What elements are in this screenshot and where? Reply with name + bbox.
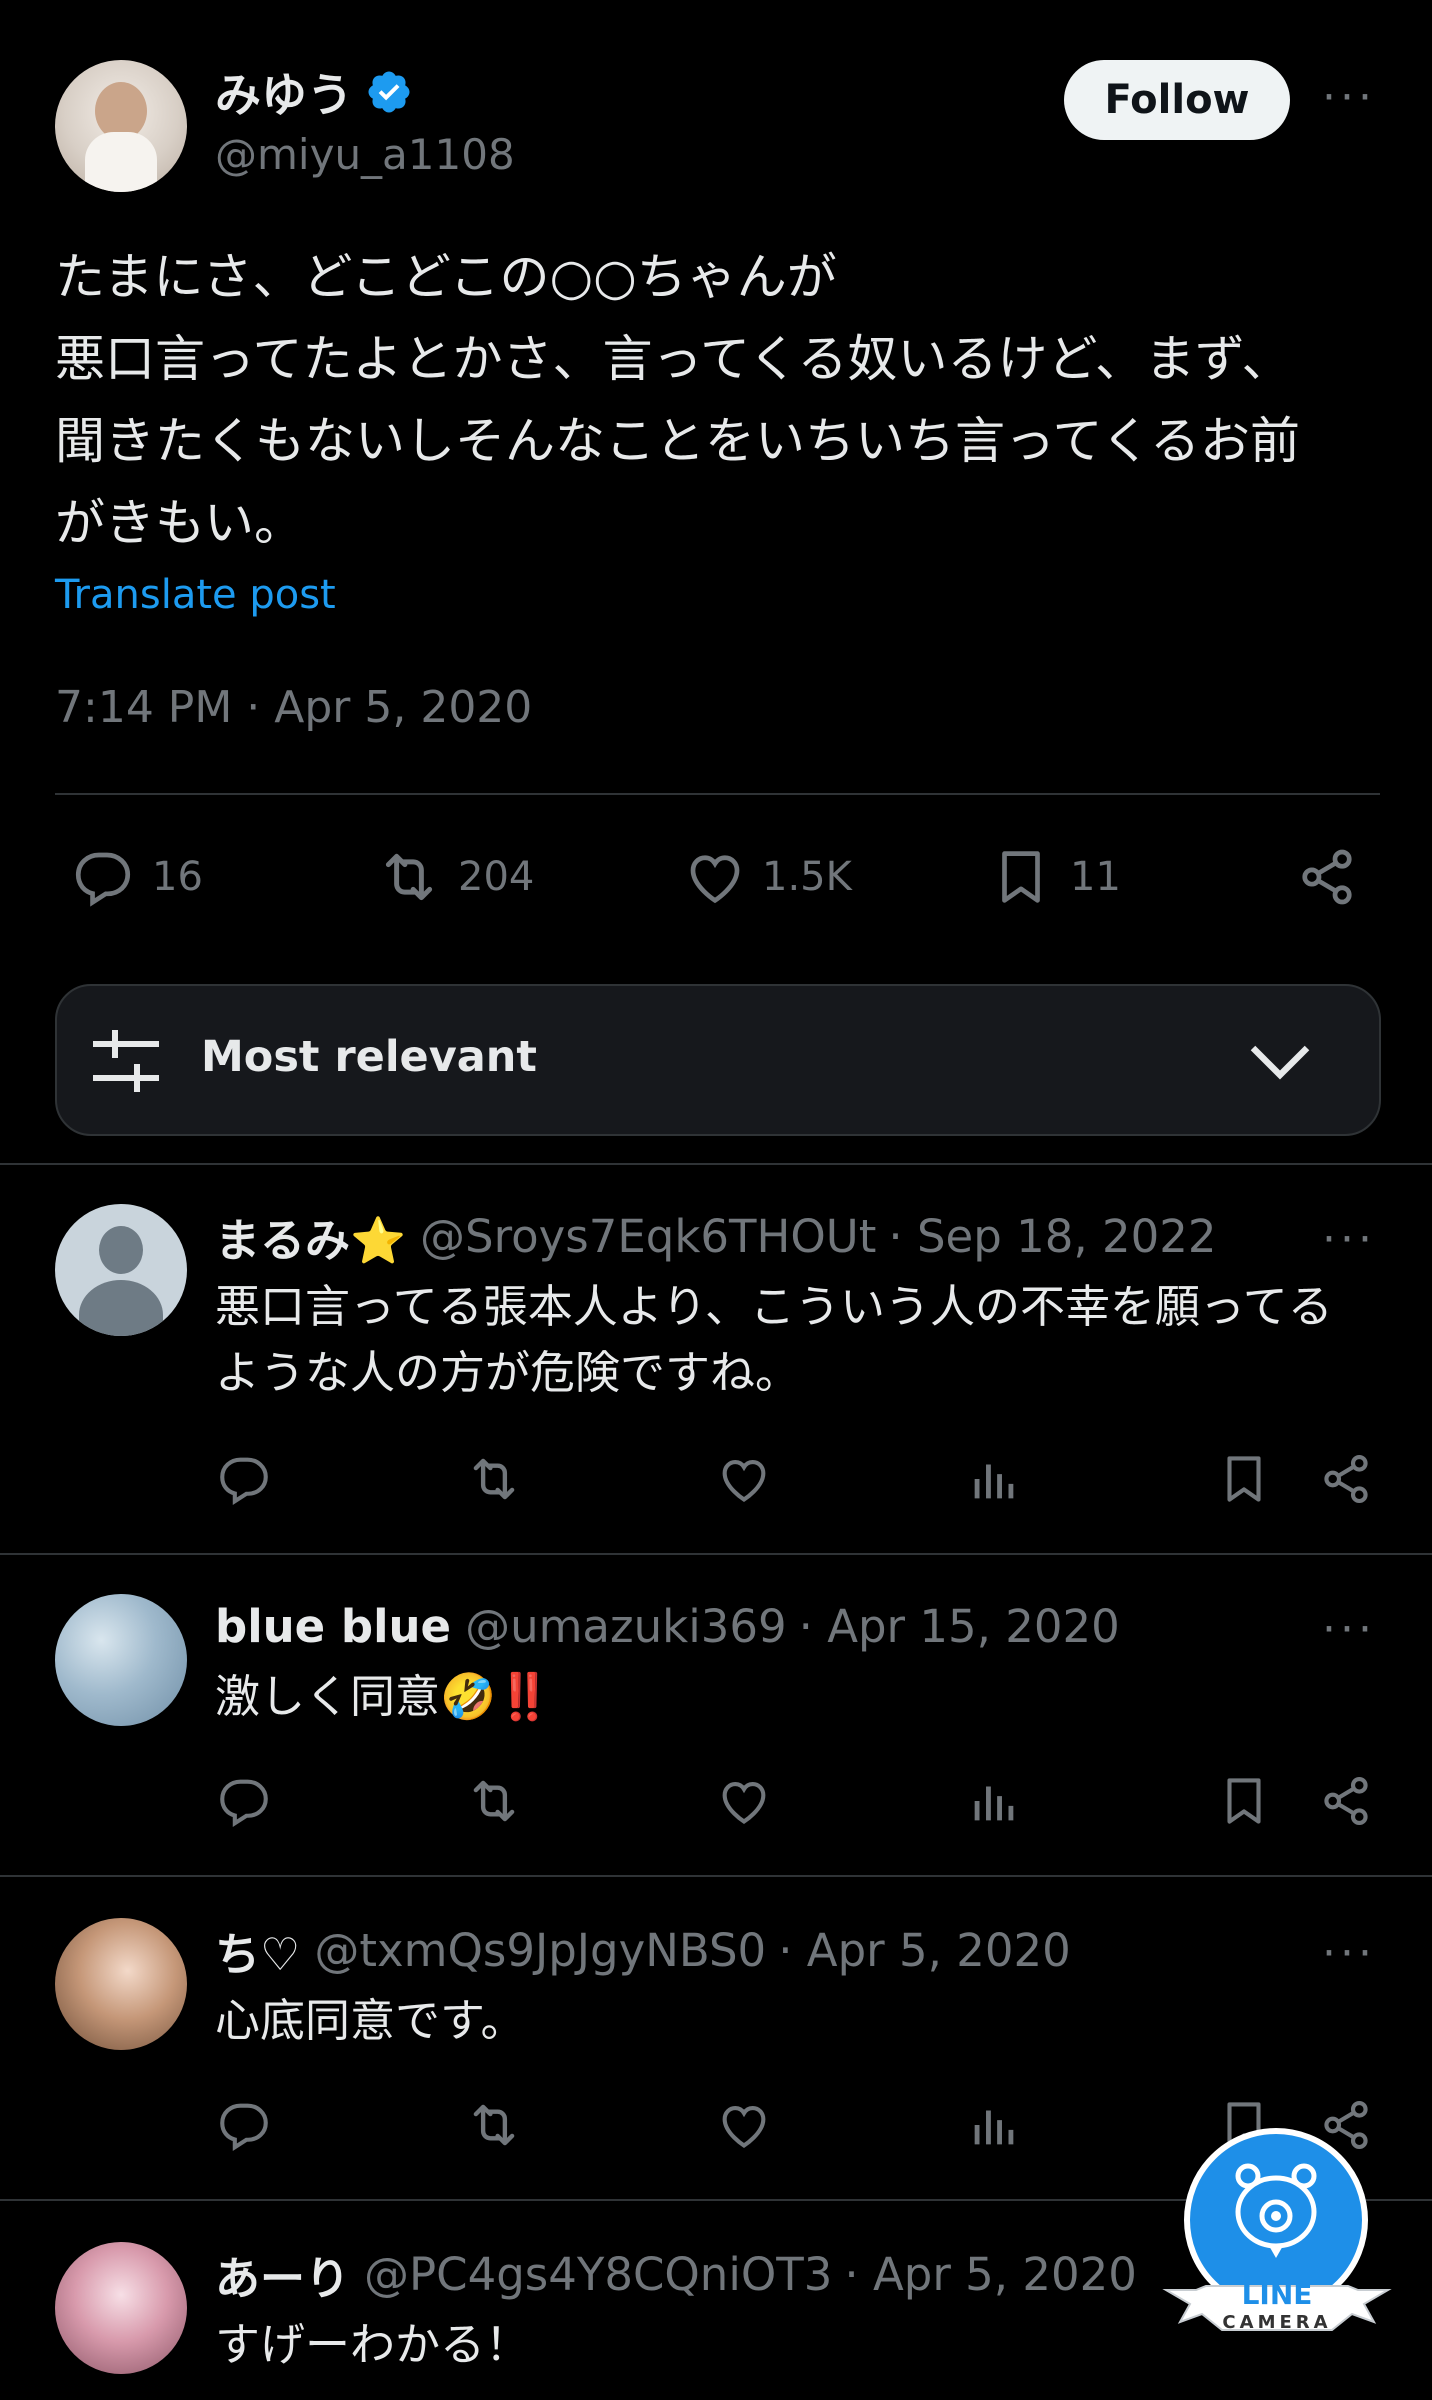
reply-display-name[interactable]: ち♡	[215, 1918, 300, 1983]
translate-post-link[interactable]: Translate post	[55, 572, 336, 618]
reply-avatar[interactable]	[55, 1204, 187, 1336]
reply-header: ち♡ @txmQs9JpJgyNBS0 · Apr 5, 2020	[215, 1918, 1071, 1983]
reply-avatar[interactable]	[55, 2242, 187, 2374]
reply-icon[interactable]	[215, 1450, 273, 1508]
author-handle[interactable]: @miyu_a1108	[215, 130, 515, 179]
repost-count: 204	[458, 854, 535, 900]
reply-display-name[interactable]: まるみ⭐	[215, 1204, 406, 1269]
reply-action[interactable]: 16	[70, 844, 203, 910]
repost-icon[interactable]	[463, 1772, 525, 1830]
reply-handle[interactable]: @umazuki369	[465, 1600, 787, 1653]
chevron-down-icon	[1249, 1032, 1311, 1088]
reply-divider	[0, 1875, 1432, 1877]
reply-date[interactable]: · Apr 5, 2020	[844, 2248, 1137, 2301]
follow-button-label: Follow	[1104, 77, 1250, 123]
bookmark-icon[interactable]	[1215, 1450, 1273, 1508]
reply-date[interactable]: · Apr 5, 2020	[778, 1924, 1071, 1977]
reply-header: blue blue @umazuki369 · Apr 15, 2020	[215, 1596, 1120, 1656]
like-count: 1.5K	[762, 854, 852, 900]
author-display-name[interactable]: みゆう	[215, 59, 353, 125]
reply-date[interactable]: · Apr 15, 2020	[799, 1600, 1120, 1653]
watermark-camera-text: CAMERA	[1222, 2312, 1332, 2333]
reply-handle[interactable]: @Sroys7Eqk6THOUt	[420, 1210, 876, 1263]
reply-more-button[interactable]: ···	[1322, 1218, 1376, 1262]
reply-icon[interactable]	[215, 1772, 273, 1830]
like-action[interactable]: 1.5K	[682, 844, 852, 910]
sort-label: Most relevant	[201, 1032, 537, 1082]
reply-avatar[interactable]	[55, 1594, 187, 1726]
follow-button[interactable]: Follow	[1064, 60, 1290, 140]
verified-badge-icon	[365, 68, 413, 116]
reply-actions	[215, 1772, 1395, 1832]
reply-handle[interactable]: @txmQs9JpJgyNBS0	[314, 1924, 766, 1977]
bookmark-icon[interactable]	[1215, 1772, 1273, 1830]
share-icon[interactable]	[1317, 1772, 1375, 1830]
line-camera-watermark: LINE CAMERA	[1162, 2128, 1392, 2358]
like-icon[interactable]	[715, 1450, 773, 1508]
post-more-button[interactable]: ···	[1322, 76, 1376, 120]
bookmark-count: 11	[1070, 854, 1121, 900]
views-icon[interactable]	[965, 2096, 1023, 2154]
reply-icon	[70, 844, 136, 910]
like-icon[interactable]	[715, 2096, 773, 2154]
watermark-ribbon: LINE CAMERA	[1162, 2278, 1392, 2348]
stats-divider	[55, 793, 1380, 795]
bookmark-icon	[988, 844, 1054, 910]
reply-display-name[interactable]: あーり	[215, 2242, 350, 2307]
share-icon[interactable]	[1317, 1450, 1375, 1508]
share-icon[interactable]	[1294, 844, 1360, 910]
repost-icon	[374, 844, 444, 910]
reply-count: 16	[152, 854, 203, 900]
reply-text: 悪口言ってる張本人より、こういう人の不幸を願ってる ような人の方が危険ですね。	[215, 1280, 1333, 1399]
bear-face-icon	[1235, 2163, 1317, 2258]
sliders-icon	[93, 1030, 159, 1092]
bookmark-action[interactable]: 11	[988, 844, 1121, 910]
like-icon[interactable]	[715, 1772, 773, 1830]
reply-divider	[0, 1553, 1432, 1555]
reply-display-name[interactable]: blue blue	[215, 1600, 451, 1653]
post-text: たまにさ、どこどこの○○ちゃんが 悪口言ってたよとかさ、言ってくる奴いるけど、ま…	[55, 248, 1300, 552]
reply-header: まるみ⭐ @Sroys7Eqk6THOUt · Sep 18, 2022	[215, 1204, 1216, 1269]
repost-action[interactable]: 204	[374, 844, 534, 910]
repost-icon[interactable]	[463, 1450, 525, 1508]
post-timestamp[interactable]: 7:14 PM · Apr 5, 2020	[55, 682, 532, 733]
views-icon[interactable]	[965, 1772, 1023, 1830]
reply-text: 心底同意です。	[215, 1994, 526, 2047]
reply-more-button[interactable]: ···	[1322, 1932, 1376, 1976]
reply-icon[interactable]	[215, 2096, 273, 2154]
reply-avatar[interactable]	[55, 1918, 187, 2050]
author-avatar[interactable]	[55, 60, 187, 192]
reply-handle[interactable]: @PC4gs4Y8CQniOT3	[364, 2248, 832, 2301]
sort-replies-dropdown[interactable]: Most relevant	[55, 984, 1381, 1136]
repost-icon[interactable]	[463, 2096, 525, 2154]
like-icon	[682, 844, 748, 910]
sort-divider	[0, 1163, 1432, 1165]
watermark-line-text: LINE	[1241, 2278, 1313, 2311]
reply-date[interactable]: · Sep 18, 2022	[888, 1210, 1216, 1263]
views-icon[interactable]	[965, 1450, 1023, 1508]
reply-actions	[215, 1450, 1395, 1510]
reply-more-button[interactable]: ···	[1322, 1608, 1376, 1652]
reply-header: あーり @PC4gs4Y8CQniOT3 · Apr 5, 2020	[215, 2242, 1137, 2307]
reply-text: 激しく同意🤣‼️	[215, 1670, 553, 1723]
